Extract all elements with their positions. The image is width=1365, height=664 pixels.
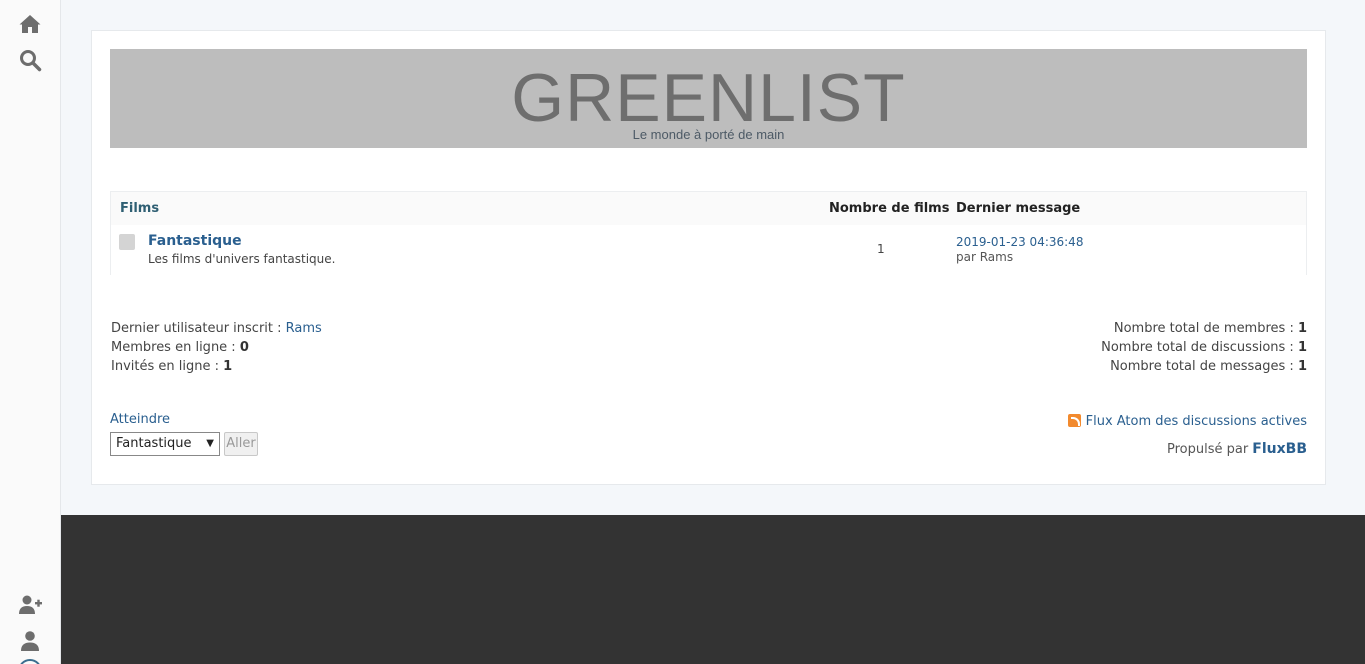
total-topics-line: Nombre total de discussions : 1 [1101,338,1307,357]
forum-table: Films Nombre de films Dernier message Fa… [110,191,1307,275]
stats-right: Nombre total de membres : 1 Nombre total… [1101,319,1307,376]
table-row: Fantastique Les films d'univers fantasti… [111,225,1306,275]
online-guests-value: 1 [223,359,233,374]
user-plus-icon[interactable] [18,593,42,617]
table-header: Films Nombre de films Dernier message [111,192,1306,225]
partial-circle-icon[interactable] [18,659,42,664]
category-header: Films [120,201,160,216]
newest-user-link[interactable]: Rams [286,321,322,336]
total-posts-label: Nombre total de messages : [1110,359,1298,374]
total-members-line: Nombre total de membres : 1 [1101,319,1307,338]
atom-feed-link[interactable]: Flux Atom des discussions actives [1086,414,1307,429]
last-post-header: Dernier message [956,201,1081,216]
online-guests-label: Invités en ligne : [111,359,224,374]
total-posts-line: Nombre total de messages : 1 [1101,357,1307,376]
online-members-label: Membres en ligne : [111,340,240,355]
online-members-value: 0 [239,340,249,355]
total-members-value: 1 [1297,321,1307,336]
total-topics-label: Nombre total de discussions : [1101,340,1298,355]
main-panel: GREENLIST Le monde à porté de main Films… [91,30,1326,485]
stats-left: Dernier utilisateur inscrit : Rams Membr… [111,319,322,376]
jump-to-select[interactable]: Fantastique ▼ [110,432,220,456]
left-sidebar [0,0,61,664]
dark-footer-area [61,515,1365,664]
forum-description: Les films d'univers fantastique. [148,252,336,266]
powered-by-label: Propulsé par [1166,442,1253,457]
jump-go-button[interactable]: Aller [224,432,258,456]
fluxbb-link[interactable]: FluxBB [1252,441,1307,457]
forum-status-icon [119,234,135,250]
last-post-link[interactable]: 2019-01-23 04:36:48 [956,235,1083,249]
user-icon[interactable] [18,629,42,653]
total-topics-value: 1 [1297,340,1307,355]
count-header: Nombre de films [829,201,950,216]
total-members-label: Nombre total de membres : [1113,321,1298,336]
site-description: Le monde à porté de main [632,127,785,142]
forum-film-count: 1 [877,242,885,256]
atom-feed: Flux Atom des discussions actives [1067,414,1307,429]
online-members-line: Membres en ligne : 0 [111,338,322,357]
last-post-author: par Rams [956,250,1014,264]
forum-link[interactable]: Fantastique [148,233,242,249]
chevron-down-icon: ▼ [206,438,214,449]
home-icon[interactable] [18,12,42,36]
total-posts-value: 1 [1297,359,1307,374]
site-title: GREENLIST [511,60,906,136]
newest-user-line: Dernier utilisateur inscrit : Rams [111,319,322,338]
rss-feed-icon [1067,414,1081,427]
jump-to-label: Atteindre [110,412,171,427]
jump-to-selected: Fantastique [116,436,192,451]
online-guests-line: Invités en ligne : 1 [111,357,322,376]
powered-by: Propulsé par FluxBB [1167,441,1307,457]
search-icon[interactable] [18,48,42,72]
newest-user-label: Dernier utilisateur inscrit : [111,321,286,336]
site-banner: GREENLIST Le monde à porté de main [110,49,1307,148]
